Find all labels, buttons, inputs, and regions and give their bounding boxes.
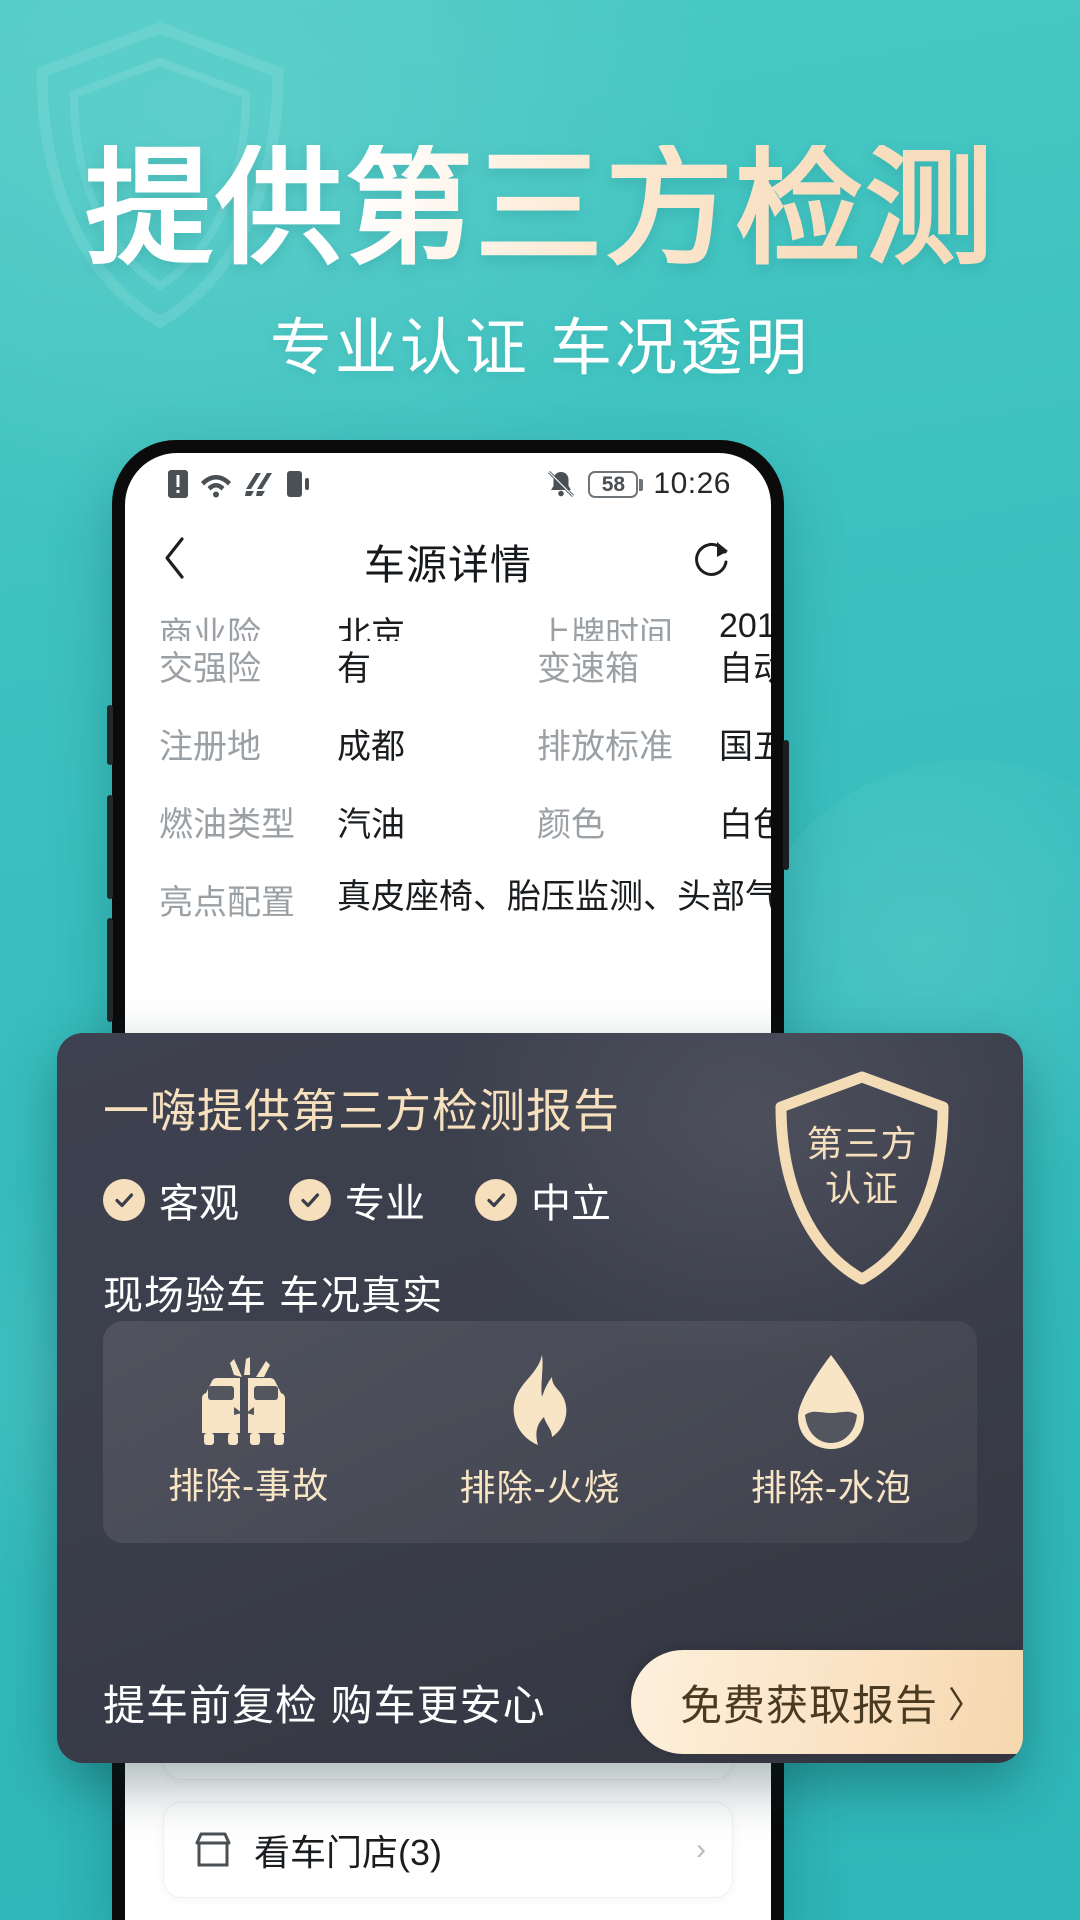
chevron-right-icon: 〉	[948, 1684, 985, 1725]
inspection-item-label: 排除-事故	[168, 1465, 330, 1506]
store-icon	[195, 1832, 231, 1867]
status-bar: 58 10:26	[125, 453, 771, 515]
check-circle-icon	[475, 1179, 517, 1221]
spec-label: 交强险	[159, 650, 261, 688]
status-bar-clock: 10:26	[653, 467, 731, 500]
inspection-item-label: 排除-火烧	[459, 1467, 621, 1508]
third-party-inspection-card: 第三方 认证 一嗨提供第三方检测报告 客观 专业 中立 现场验车 车况真实 排除…	[57, 1033, 1023, 1763]
promo-footer-text: 提车前复检 购车更安心	[103, 1681, 546, 1729]
sim-alert-icon	[168, 470, 188, 498]
promo-badge: 中立	[475, 1171, 611, 1229]
list-item-label: 看车门店(3)	[254, 1832, 442, 1873]
device-icon	[287, 471, 309, 497]
wifi-icon	[201, 475, 231, 498]
spec-value: 有	[337, 650, 371, 688]
promo-badge: 客观	[103, 1171, 239, 1229]
shield-line-1: 第三方	[806, 1123, 918, 1164]
nav-bar: 车源详情	[125, 515, 771, 607]
table-row: 注册地 成都 排放标准 国五	[125, 719, 771, 797]
table-row-highlight: 亮点配置 真皮座椅、胎压监测、头部气囊、后排杯架、儿童座椅接口、电动车窗	[125, 875, 771, 953]
promo-badge: 专业	[289, 1171, 425, 1229]
spec-value-2: 国五	[719, 728, 771, 766]
hero-title: 提供第三方检测	[0, 145, 1080, 273]
table-row: 商业险 北京 上牌时间 2019	[125, 607, 771, 641]
table-row: 燃油类型 汽油 颜色 白色	[125, 797, 771, 875]
list-item[interactable]: 看车门店(3) ›	[163, 1802, 733, 1898]
signal-icon	[245, 473, 272, 496]
shield-line-2: 认证	[824, 1168, 899, 1209]
inspection-item-fire: 排除-火烧	[394, 1353, 685, 1511]
hero-subtitle: 专业认证 车况透明	[269, 314, 811, 383]
shield-badge-text: 第三方 认证	[767, 1121, 957, 1211]
water-drop-icon	[798, 1355, 865, 1449]
spec-value: 成都	[337, 728, 405, 766]
spec-value: 真皮座椅、胎压监测、头部气囊、后排杯架、儿童座椅接口、电动车窗	[337, 878, 771, 916]
inspection-item-label: 排除-水泡	[750, 1467, 912, 1508]
phone-side-button-mute	[107, 705, 113, 765]
check-circle-icon	[289, 1179, 331, 1221]
spec-table: 商业险 北京 上牌时间 2019 交强险 有 变速箱 自动 注册地 成都 排放标…	[125, 607, 771, 953]
get-report-button-label: 免费获取报告	[679, 1681, 938, 1729]
spec-label: 注册地	[159, 728, 261, 766]
get-report-button[interactable]: 免费获取报告 〉	[631, 1650, 1023, 1754]
spec-label: 亮点配置	[159, 884, 295, 922]
bell-muted-icon	[548, 470, 575, 498]
page-title: 车源详情	[364, 542, 532, 588]
table-row: 交强险 有 变速箱 自动	[125, 641, 771, 719]
chevron-right-icon: ›	[696, 1833, 706, 1866]
spec-value-2: 白色	[719, 806, 771, 844]
spec-label: 商业险	[159, 616, 261, 641]
spec-value: 北京	[337, 616, 405, 641]
spec-value: 汽油	[337, 806, 405, 844]
promo-badge-label: 专业	[345, 1182, 425, 1226]
promo-footer: 提车前复检 购车更安心 免费获取报告 〉	[57, 1641, 1023, 1763]
spec-label-2: 颜色	[537, 806, 605, 844]
phone-side-button-volume-down	[107, 918, 113, 1022]
phone-side-button-volume-up	[107, 795, 113, 899]
phone-side-button-power	[783, 740, 789, 870]
spec-label-2: 排放标准	[537, 728, 673, 766]
hero-section: 提供第三方检测 专业认证 车况透明	[0, 0, 1080, 387]
spec-value-2: 自动	[719, 650, 771, 688]
inspection-item-flood: 排除-水泡	[686, 1353, 977, 1511]
flame-icon	[513, 1355, 567, 1445]
car-crash-icon	[201, 1357, 285, 1445]
inspection-item-accident: 排除-事故	[103, 1355, 394, 1509]
inspection-result-strip: 排除-事故 排除-火烧 排除-水泡	[103, 1321, 977, 1543]
promo-badge-label: 客观	[159, 1182, 239, 1226]
spec-label: 燃油类型	[159, 806, 295, 844]
spec-label-2: 上牌时间	[537, 616, 673, 641]
promo-badge-label: 中立	[531, 1182, 611, 1226]
battery-indicator: 58	[588, 470, 644, 498]
spec-value-2: 2019	[719, 607, 771, 641]
spec-label-2: 变速箱	[537, 650, 639, 688]
check-circle-icon	[103, 1179, 145, 1221]
